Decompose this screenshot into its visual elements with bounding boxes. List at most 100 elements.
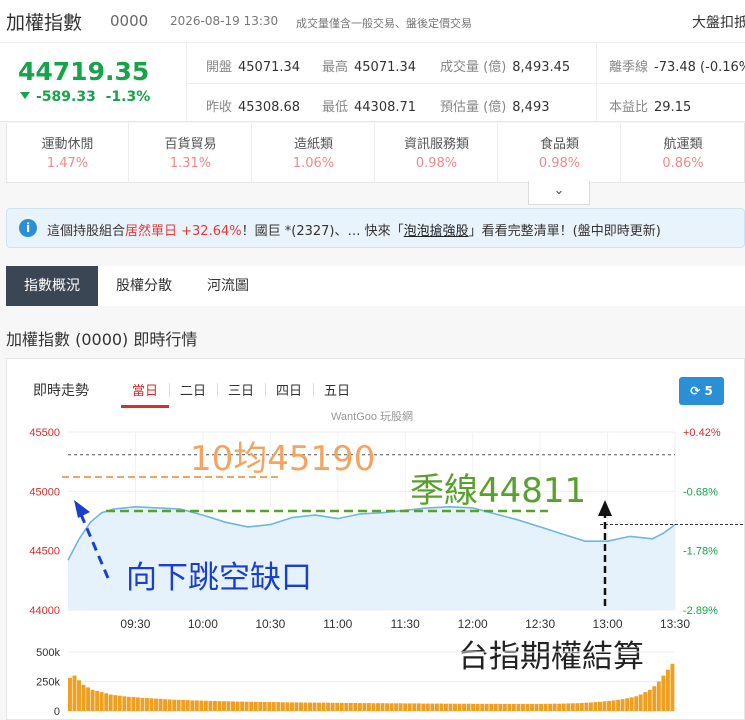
volume-bar (566, 703, 571, 711)
volume-bar (493, 703, 498, 711)
volume-bar (90, 689, 95, 711)
volume-bar (652, 686, 657, 711)
volume-bar (593, 702, 598, 711)
volume-bar (212, 701, 217, 711)
volume-bar (584, 702, 589, 711)
volume-bar (466, 703, 471, 711)
volume-bar (353, 703, 358, 711)
volume-bar (643, 692, 648, 711)
volume-bar (398, 703, 403, 711)
annotation-gap: 向下跳空缺口 (126, 560, 312, 596)
volume-bar (299, 702, 303, 711)
volume-bar (240, 701, 245, 711)
volume-bar (262, 702, 267, 711)
x-tick-label: 10:00 (188, 617, 218, 631)
volume-bar (511, 703, 516, 711)
volume-bar (539, 703, 544, 711)
volume-bar (86, 687, 91, 711)
volume-bar (620, 699, 625, 711)
volume-bar (597, 701, 602, 711)
x-tick-label: 11:30 (391, 617, 420, 631)
volume-bar (145, 698, 149, 711)
volume-bar (480, 703, 485, 711)
volume-bar (249, 701, 254, 711)
volume-bar (602, 701, 607, 711)
x-tick-label: 12:30 (525, 617, 555, 631)
volume-bar (561, 703, 566, 711)
volume-bar (430, 703, 435, 711)
volume-bar (394, 703, 399, 711)
chart-watermark: WantGoo 玩股網 (331, 409, 413, 423)
volume-bar (579, 703, 584, 711)
volume-bar (253, 701, 258, 711)
volume-bar (407, 703, 412, 711)
volume-bar (403, 703, 408, 711)
volume-bar (222, 701, 226, 711)
volume-bar (629, 697, 634, 711)
volume-bar (167, 699, 172, 711)
annotation-ma10: 10均45190 (190, 439, 375, 479)
volume-bar (638, 694, 643, 711)
volume-bar (416, 703, 421, 711)
volume-bar (308, 702, 313, 711)
volume-bar (326, 702, 331, 711)
volume-bar (271, 702, 276, 711)
volume-bar (371, 703, 376, 711)
y-tick-label: 44000 (29, 605, 60, 617)
x-tick-label: 11:00 (323, 617, 352, 631)
volume-bar (471, 703, 476, 711)
volume-bar (443, 703, 448, 711)
volume-bar (185, 700, 190, 711)
volume-bar (661, 675, 666, 711)
volume-bar (108, 694, 113, 711)
volume-bar (530, 703, 534, 711)
volume-bar (344, 703, 349, 711)
volume-bar (552, 703, 557, 711)
volume-bar (647, 689, 652, 711)
volume-bar (68, 678, 72, 711)
volume-tick-label: 500k (36, 647, 60, 659)
volume-bar (439, 703, 444, 711)
volume-bar (176, 699, 181, 711)
x-tick-label: 13:30 (660, 617, 690, 631)
volume-bar (199, 700, 204, 711)
volume-bar (357, 703, 362, 711)
volume-bar (534, 703, 539, 711)
volume-bar (520, 703, 525, 711)
volume-bar (570, 703, 575, 711)
volume-bar (575, 703, 580, 711)
intraday-chart: WantGoo 玩股網 45500 +0.42% 45000 -0.68% 44500 -1… (29, 409, 745, 718)
y-right-tick-label: -1.78% (683, 546, 718, 558)
volume-bar (634, 696, 639, 712)
volume-bar (181, 699, 186, 711)
volume-bar (412, 703, 417, 711)
volume-bar (317, 702, 322, 711)
volume-bar (457, 703, 462, 711)
volume-bar (217, 701, 222, 711)
volume-bar (258, 701, 263, 711)
volume-bar (81, 685, 86, 711)
y-tick-label: 45500 (29, 427, 60, 439)
volume-bar (190, 700, 195, 711)
volume-bar (140, 697, 145, 711)
volume-bar (321, 702, 326, 711)
volume-bar (77, 680, 81, 711)
x-tick-label: 13:00 (593, 617, 623, 631)
volume-bar (498, 703, 503, 711)
page: 加權指數 0000 2026-08-19 13:30 成交量僅含一般交易、盤後定… (0, 0, 745, 720)
volume-bar (294, 702, 299, 711)
x-tick-label: 10:30 (255, 617, 285, 631)
volume-bar (489, 703, 494, 711)
volume-bar (502, 703, 507, 711)
volume-bar (208, 700, 213, 711)
volume-bar (303, 702, 308, 711)
volume-bar (276, 702, 281, 711)
volume-bar (154, 698, 158, 711)
volume-bar (95, 690, 100, 711)
volume-bar (366, 703, 371, 711)
volume-bar (656, 681, 661, 711)
volume-bar (163, 699, 168, 711)
y-tick-label: 45000 (29, 486, 60, 498)
volume-tick-label: 250k (36, 677, 60, 689)
settle-arrow-head-icon (598, 500, 612, 516)
